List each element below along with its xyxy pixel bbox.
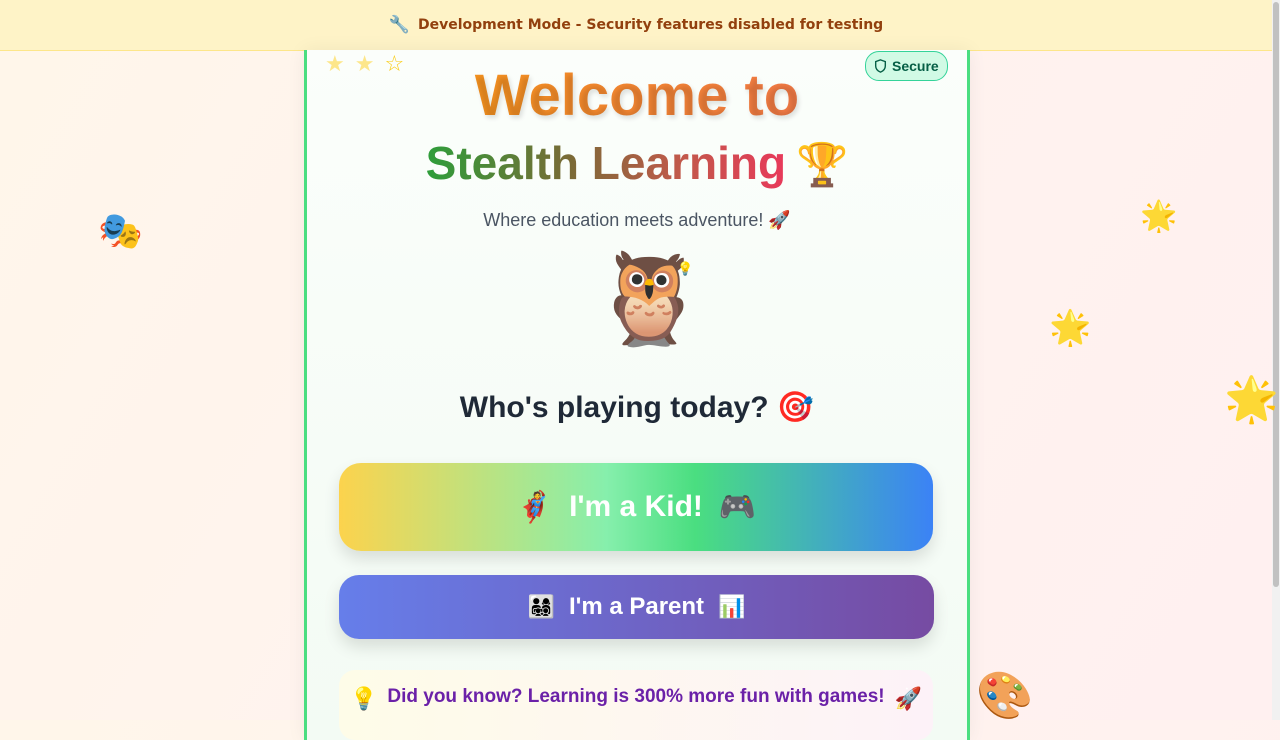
bar-chart-icon: 📊 bbox=[718, 594, 746, 619]
palette-icon: 🎨 bbox=[976, 668, 1034, 722]
lightbulb-icon: 💡 bbox=[349, 686, 378, 711]
trophy-icon: 🏆 bbox=[796, 141, 849, 188]
scrollbar[interactable] bbox=[1272, 0, 1280, 720]
page-title-line2: Stealth Learning 🏆 bbox=[307, 136, 967, 190]
lightbulb-icon: 💡 bbox=[677, 262, 694, 277]
login-card: ★ ★ ☆ Secure Welcome to Stealth Learning… bbox=[304, 50, 970, 740]
dev-mode-banner: 🔧 Development Mode - Security features d… bbox=[0, 0, 1272, 51]
parent-login-button[interactable]: 👨‍👩‍👧‍👦 I'm a Parent 📊 bbox=[339, 575, 934, 639]
who-is-playing-heading: Who's playing today? 🎯 bbox=[459, 391, 815, 424]
glowing-star-icon: 🌟 bbox=[1140, 199, 1178, 234]
parent-button-label: I'm a Parent bbox=[568, 593, 705, 620]
page-title-line1: Welcome to bbox=[307, 62, 967, 129]
kid-login-button[interactable]: 🦸 I'm a Kid! 🎮 bbox=[339, 463, 933, 551]
page-title-brand: Stealth Learning bbox=[425, 137, 787, 189]
fun-fact-box: 💡 Did you know? Learning is 300% more fu… bbox=[339, 670, 933, 740]
family-icon: 👨‍👩‍👧‍👦 bbox=[527, 594, 555, 619]
glowing-star-icon: 🌟 bbox=[1224, 374, 1279, 425]
scrollbar-thumb[interactable] bbox=[1273, 2, 1279, 587]
rocket-icon: 🚀 bbox=[894, 686, 923, 711]
wrench-icon: 🔧 bbox=[388, 15, 410, 35]
superhero-icon: 🦸 bbox=[515, 490, 554, 524]
dev-mode-text: Development Mode - Security features dis… bbox=[417, 17, 884, 33]
kid-button-label: I'm a Kid! bbox=[569, 490, 703, 523]
glowing-star-icon: 🌟 bbox=[1049, 308, 1092, 348]
game-controller-icon: 🎮 bbox=[718, 490, 757, 524]
fun-fact-text: Did you know? Learning is 300% more fun … bbox=[387, 686, 885, 707]
tagline: Where education meets adventure! 🚀 bbox=[483, 210, 791, 230]
masks-icon: 🎭 bbox=[98, 211, 143, 252]
